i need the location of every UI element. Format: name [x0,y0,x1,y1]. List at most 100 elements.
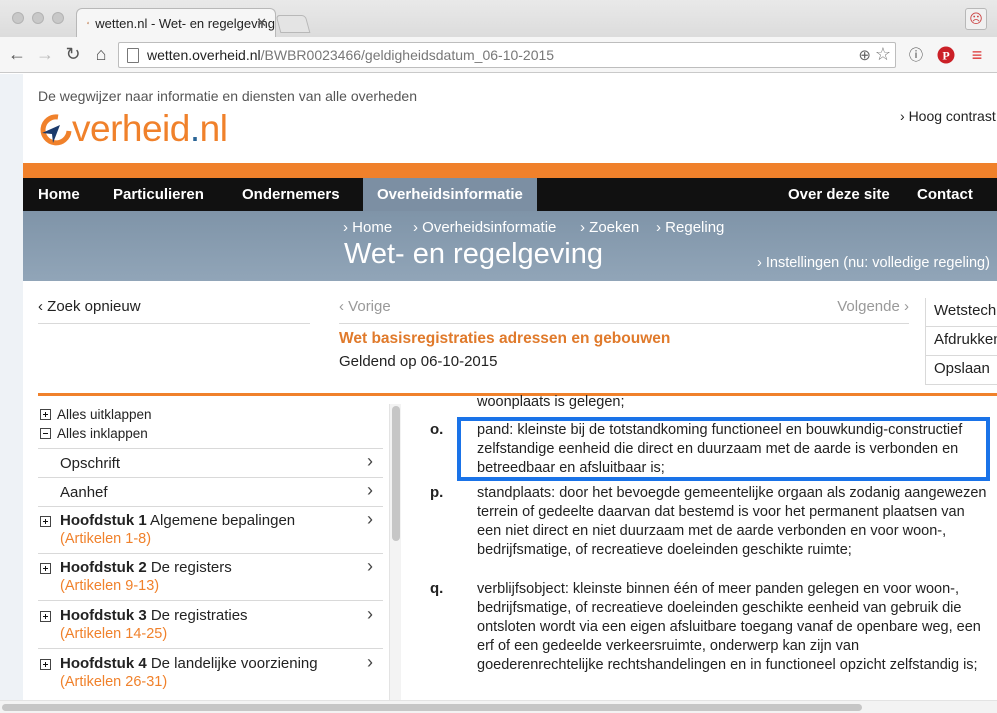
toc-item-hoofdstuk-3[interactable]: Hoofdstuk 3 De registraties (Artikelen 1… [38,600,383,648]
breadcrumb-regeling[interactable]: › Regeling [656,219,724,236]
webpage: De wegwijzer naar informatie en diensten… [23,74,997,700]
definition-text: verblijfsobject: kleinste binnen één of … [477,581,981,673]
tool-afdrukken[interactable]: Afdrukken [925,327,997,356]
site-tagline: De wegwijzer naar informatie en diensten… [38,88,417,104]
nav-overheidsinformatie[interactable]: Overheidsinformatie [363,178,537,211]
scrollbar-thumb[interactable] [392,406,400,541]
toc-sidebar: Alles uitklappen Alles inklappen Opschri… [38,404,383,700]
page-left-margin [0,74,23,700]
tool-wetstechnische-informatie[interactable]: Wetstechnische informatie [925,298,997,327]
tool-opslaan[interactable]: Opslaan [925,356,997,385]
page-icon [127,48,139,63]
scrollbar-thumb[interactable] [2,704,862,711]
breadcrumb-zoeken[interactable]: › Zoeken [580,219,639,236]
high-contrast-label: Hoog contrast [908,108,996,124]
toc-articles: (Artikelen 9-13) [60,578,160,594]
toc-item-opschrift[interactable]: Opschrift › [38,448,383,477]
site-logo[interactable]: verheid.nl [38,108,228,150]
chevron-right-icon: › [367,509,373,529]
breadcrumb-home[interactable]: › Home [343,219,392,236]
breadcrumb-overheidsinformatie[interactable]: › Overheidsinformatie [413,219,556,236]
chevron-right-icon: › [367,604,373,624]
url-path: /BWBR0023466/geldigheidsdatum_06-10-2015 [260,47,555,63]
search-again-link[interactable]: ‹ Zoek opnieuw [38,298,310,324]
horizontal-scrollbar[interactable] [0,700,997,713]
minus-icon [40,428,51,439]
validity-date: Geldend op 06-10-2015 [339,353,498,370]
reload-icon[interactable]: ↻ [62,43,84,65]
expand-all-button[interactable]: Alles uitklappen [40,407,152,422]
forward-icon[interactable]: → [34,43,56,65]
logo-text: verheid [72,108,190,149]
regulation-title: Wet basisregistraties adressen en gebouw… [339,330,671,347]
definition-letter: q. [430,580,444,597]
plus-icon [40,659,51,670]
svg-text:P: P [942,49,949,63]
pinterest-icon[interactable]: P [935,44,957,66]
toc-chapter: Hoofdstuk 3 [60,607,147,624]
close-tab-icon[interactable]: ✕ [256,15,267,31]
highlight-box [457,417,990,481]
toc-item-hoofdstuk-2[interactable]: Hoofdstuk 2 De registers (Artikelen 9-13… [38,553,383,600]
toc-articles: (Artikelen 26-31) [60,674,168,690]
definition-letter: o. [430,421,444,438]
toc-articles: (Artikelen 14-25) [60,626,168,642]
chevron-right-icon: › [367,480,373,500]
toc-chapter: Hoofdstuk 1 [60,512,147,529]
next-link[interactable]: Volgende › [837,298,909,315]
nav-ondernemers[interactable]: Ondernemers [242,178,340,211]
toc-item-hoofdstuk-1[interactable]: Hoofdstuk 1 Algemene bepalingen (Artikel… [38,506,383,553]
high-contrast-link[interactable]: › Hoog contrast [900,108,996,124]
logo-tld: nl [199,108,228,149]
toc-item-aanhef[interactable]: Aanhef › [38,477,383,506]
plus-icon [40,563,51,574]
toc-item-hoofdstuk-4[interactable]: Hoofdstuk 4 De landelijke voorziening (A… [38,648,383,696]
toc-chapter: Hoofdstuk 2 [60,559,147,576]
maximize-window-button[interactable] [52,12,64,24]
toc-label: De registraties [150,607,248,624]
nav-over-deze-site[interactable]: Over deze site [788,178,890,211]
toc-chapter: Hoofdstuk 4 [60,655,147,672]
page-banner: › Home › Overheidsinformatie › Zoeken › … [23,211,997,281]
home-icon[interactable]: ⌂ [90,43,112,65]
star-icon[interactable]: ☆ [875,44,891,65]
toc-label: De landelijke voorziening [150,655,318,672]
url-host: wetten.overheid.nl [147,47,261,63]
browser-titlebar: wetten.nl - Wet- en regelgeving ✕ ☹ [0,0,997,37]
nav-contact[interactable]: Contact [917,178,973,211]
regulation-content: woonplaats is gelegen; o. pand: kleinste… [413,394,997,700]
browser-tab[interactable]: wetten.nl - Wet- en regelgeving ✕ [76,8,276,37]
page-title: Wet- en regelgeving [344,238,604,270]
minimize-window-button[interactable] [32,12,44,24]
definition-text: woonplaats is gelegen; [477,394,625,410]
extension-icon[interactable]: ⓘ [905,44,927,66]
toc-label: Opschrift [60,455,121,472]
address-bar[interactable]: wetten.overheid.nl/BWBR0023466/geldighei… [118,42,896,68]
plus-icon [40,611,51,622]
document-tools: Wetstechnische informatie Afdrukken Opsl… [925,298,997,385]
close-window-button[interactable] [12,12,24,24]
toc-label: Aanhef [60,484,108,501]
prev-link[interactable]: ‹ Vorige [339,298,391,315]
overheid-favicon-icon [87,21,90,25]
overheid-logo-icon [40,114,72,146]
definition-text: standplaats: door het bevoegde gemeentel… [477,485,987,558]
chevron-right-icon: › [367,652,373,672]
sidebar-scrollbar[interactable] [389,404,401,700]
toc-label: Algemene bepalingen [150,512,296,529]
zoom-icon[interactable]: ⊕ [858,46,871,64]
orange-stripe [23,163,997,178]
nav-particulieren[interactable]: Particulieren [113,178,204,211]
menu-icon[interactable]: ≡ [966,44,988,66]
profile-icon[interactable]: ☹ [965,8,987,30]
back-icon[interactable]: ← [6,43,28,65]
logo-dot: . [189,108,200,149]
tab-title: wetten.nl - Wet- en regelgeving [95,15,275,31]
plus-icon [40,409,51,420]
nav-home[interactable]: Home [38,178,80,211]
chevron-right-icon: › [367,556,373,576]
settings-link[interactable]: › Instellingen (nu: volledige regeling) [757,255,990,271]
prev-next-bar: ‹ Vorige Volgende › [339,298,909,324]
new-tab-button[interactable] [275,15,311,33]
collapse-all-button[interactable]: Alles inklappen [40,426,148,441]
